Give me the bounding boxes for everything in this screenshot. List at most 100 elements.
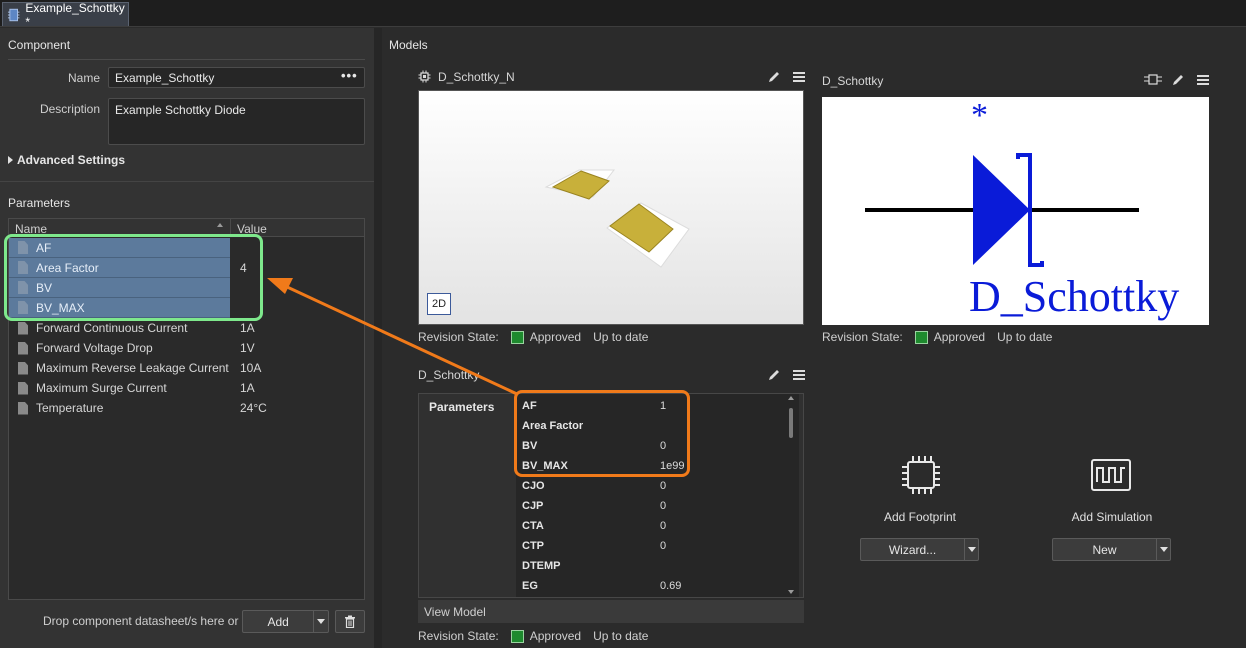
- divider: [0, 181, 374, 182]
- add-datasheet-button[interactable]: Add: [242, 610, 329, 633]
- parameter-icon: [17, 402, 29, 415]
- simulation-new-button[interactable]: New: [1052, 538, 1171, 561]
- sim-parameter-row[interactable]: EG 0.69: [522, 576, 787, 596]
- sim-parameter-value: 0: [660, 540, 667, 552]
- parameter-row[interactable]: Temperature 24°C: [9, 398, 364, 418]
- chevron-down-icon[interactable]: [313, 611, 328, 632]
- footprint-wizard-button[interactable]: Wizard...: [860, 538, 979, 561]
- parameter-icon: [17, 382, 29, 395]
- orange-highlight-box: [514, 390, 690, 477]
- parameter-value-cell[interactable]: 1V: [230, 338, 255, 358]
- schematic-symbol-view[interactable]: * D_Schottky: [822, 97, 1209, 325]
- edit-pencil-icon[interactable]: [767, 368, 781, 382]
- revision-status: Up to date: [593, 629, 649, 643]
- add-datasheet-label: Add: [267, 614, 289, 629]
- new-button-label: New: [1092, 542, 1117, 557]
- sim-parameter-name: CTP: [522, 540, 544, 552]
- name-field[interactable]: Example_Schottky: [108, 67, 365, 88]
- scroll-down-icon[interactable]: [788, 590, 794, 594]
- datasheet-drop-text: Drop component datasheet/s here or: [43, 614, 239, 628]
- parameter-value: 1A: [240, 381, 255, 395]
- parameter-name: Maximum Surge Current: [36, 381, 167, 395]
- symbol-designator-text: D_Schottky: [969, 272, 1180, 321]
- menu-icon[interactable]: [793, 72, 805, 82]
- pin-view-icon[interactable]: [1144, 73, 1162, 86]
- document-tab-strip: Example_Schottky *: [0, 0, 1246, 29]
- revision-state: Approved: [933, 330, 986, 344]
- parameter-name: Forward Continuous Current: [36, 321, 188, 335]
- chevron-down-icon[interactable]: [1156, 539, 1170, 560]
- advanced-settings-label: Advanced Settings: [17, 153, 126, 167]
- parameter-name-cell: Forward Continuous Current: [9, 318, 230, 338]
- parameter-value-cell[interactable]: 1A: [230, 378, 255, 398]
- parameter-value-cell[interactable]: 24°C: [230, 398, 267, 418]
- name-label: Name: [67, 71, 100, 85]
- document-tab[interactable]: Example_Schottky *: [2, 0, 129, 29]
- revision-label: Revision State:: [418, 629, 499, 643]
- scroll-up-icon[interactable]: [788, 396, 794, 400]
- sim-parameter-row[interactable]: CJP 0: [522, 496, 787, 516]
- ellipsis-icon[interactable]: •••: [341, 68, 358, 83]
- edit-pencil-icon[interactable]: [1171, 73, 1185, 87]
- parameter-name: Forward Voltage Drop: [36, 341, 153, 355]
- add-footprint-chip-icon[interactable]: [900, 454, 942, 496]
- parameter-value: 24°C: [240, 401, 267, 415]
- sim-parameter-name: CJO: [522, 480, 545, 492]
- symbol-model-title: D_Schottky: [822, 74, 884, 88]
- delete-datasheet-button[interactable]: [335, 610, 365, 633]
- parameter-name-cell: Forward Voltage Drop: [9, 338, 230, 358]
- view-model-bar[interactable]: View Model: [418, 600, 804, 623]
- parameters-section-title: Parameters: [8, 196, 71, 210]
- models-section-title: Models: [389, 38, 428, 52]
- sim-parameter-name: DTEMP: [522, 560, 561, 572]
- approved-status-icon: [914, 330, 928, 344]
- add-simulation-label: Add Simulation: [1071, 510, 1153, 524]
- menu-icon[interactable]: [793, 370, 805, 380]
- parameter-value: 1A: [240, 321, 255, 335]
- document-tab-title: Example_Schottky *: [25, 0, 125, 29]
- sim-parameter-name: CTA: [522, 520, 544, 532]
- parameter-name-cell: Maximum Surge Current: [9, 378, 230, 398]
- parameter-value: 1V: [240, 341, 255, 355]
- revision-status: Up to date: [593, 330, 649, 344]
- symbol-star: *: [971, 97, 988, 134]
- parameter-icon: [17, 322, 29, 335]
- parameter-icon: [17, 362, 29, 375]
- edit-pencil-icon[interactable]: [767, 70, 781, 84]
- add-simulation-waveform-icon[interactable]: [1090, 456, 1132, 498]
- symbol-revision-row: Revision State: Approved Up to date: [822, 330, 1052, 344]
- triangle-right-icon: [8, 156, 13, 164]
- divider: [8, 59, 365, 60]
- approved-status-icon: [510, 629, 524, 643]
- description-label: Description: [39, 102, 100, 116]
- sim-parameter-value: 0.69: [660, 580, 682, 592]
- sim-parameter-value: 0: [660, 480, 667, 492]
- parameter-value-cell[interactable]: 1A: [230, 318, 255, 338]
- green-highlight-box: [4, 234, 263, 321]
- sim-parameter-value: 0: [660, 520, 667, 532]
- menu-icon[interactable]: [1197, 75, 1209, 85]
- sim-parameter-row[interactable]: CTA 0: [522, 516, 787, 536]
- sort-ascending-icon: [217, 223, 223, 227]
- sim-parameter-row[interactable]: CJO 0: [522, 476, 787, 496]
- scrollbar-thumb[interactable]: [789, 408, 793, 438]
- parameter-name-cell: Temperature: [9, 398, 230, 418]
- orange-arrow-annotation: [267, 278, 518, 396]
- revision-state: Approved: [529, 629, 582, 643]
- parameter-name-cell: Maximum Reverse Leakage Current: [9, 358, 230, 378]
- parameter-name: Maximum Reverse Leakage Current: [36, 361, 229, 375]
- description-field[interactable]: Example Schottky Diode: [108, 98, 365, 145]
- advanced-settings-toggle[interactable]: Advanced Settings: [8, 153, 125, 167]
- component-section-title: Component: [8, 38, 71, 52]
- revision-label: Revision State:: [822, 330, 903, 344]
- footprint-chip-icon: [418, 70, 431, 83]
- simulation-revision-row: Revision State: Approved Up to date: [418, 629, 648, 643]
- sim-parameter-name: EG: [522, 580, 538, 592]
- sim-parameter-row[interactable]: DTEMP: [522, 556, 787, 576]
- revision-status: Up to date: [997, 330, 1053, 344]
- trash-icon: [345, 615, 355, 628]
- name-value: Example_Schottky: [115, 71, 215, 85]
- parameter-name: Temperature: [36, 401, 104, 415]
- chevron-down-icon[interactable]: [964, 539, 978, 560]
- sim-parameter-row[interactable]: CTP 0: [522, 536, 787, 556]
